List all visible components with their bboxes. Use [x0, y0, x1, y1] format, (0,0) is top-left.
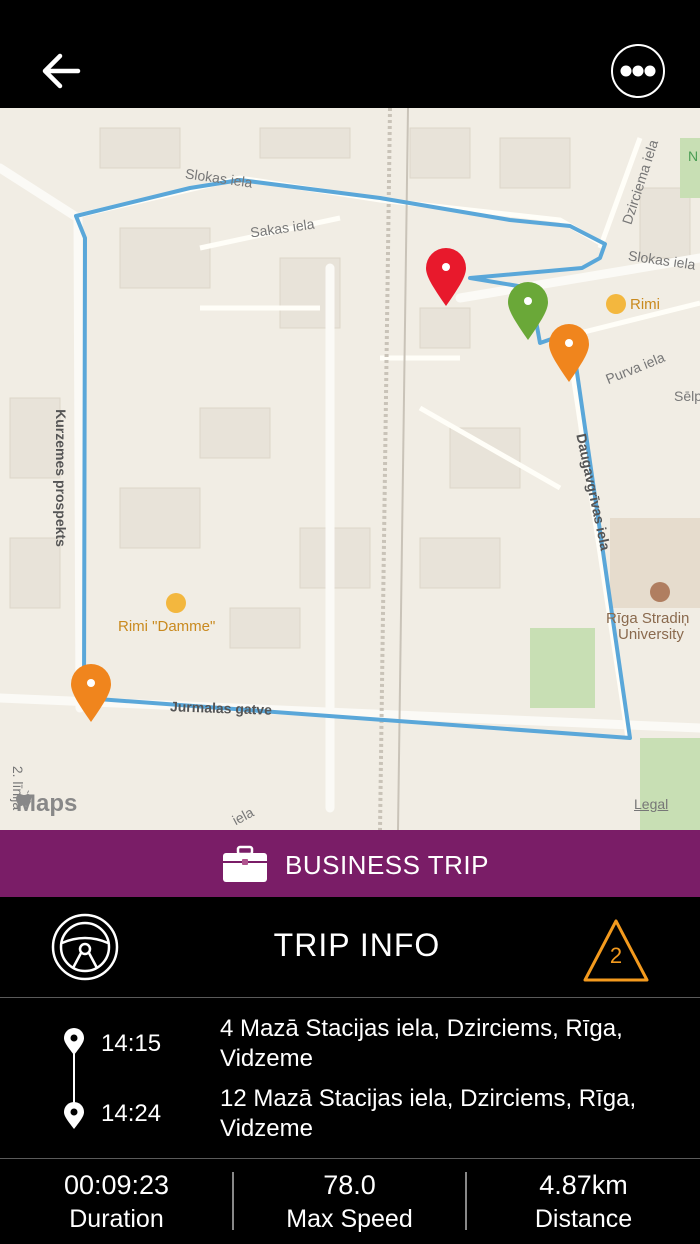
- map-label: N: [688, 148, 699, 164]
- rimi-poi-icon: [606, 294, 626, 314]
- maps-attribution: Maps: [16, 790, 77, 818]
- poi-label-rimi-damme[interactable]: Rimi "Damme": [118, 618, 215, 635]
- poi-label-rimi[interactable]: Rimi: [630, 296, 660, 313]
- apple-logo-icon: [16, 790, 31, 806]
- trip-type-label: BUSINESS TRIP: [285, 850, 489, 880]
- rimi-poi-icon: [166, 593, 186, 613]
- divider: [0, 997, 700, 998]
- trip-map[interactable]: Slokas iela Sakas iela Dzirciema iela Sl…: [0, 108, 700, 830]
- divider: [0, 1158, 700, 1159]
- university-poi-icon: [650, 582, 670, 602]
- street-label: Kurzemes prospekts: [52, 409, 69, 547]
- warning-count: 2: [609, 943, 623, 968]
- duration-value: 00:09:23: [63, 1170, 170, 1200]
- more-options-button[interactable]: [611, 44, 665, 98]
- max-speed-value: 78.0: [323, 1170, 376, 1200]
- max-speed-stat: 78.0 Max Speed: [233, 1168, 466, 1236]
- poi-label-university[interactable]: University: [618, 626, 684, 643]
- street-label: Sēlp: [674, 388, 700, 404]
- trip-info-header: TRIP INFO 2: [0, 897, 700, 997]
- start-address: 4 Mazā Stacijas iela, Dzirciems, Rīga, V…: [220, 1015, 623, 1072]
- distance-value: 4.87km: [539, 1170, 628, 1200]
- trip-stats: 00:09:23 Duration 78.0 Max Speed 4.87km …: [0, 1160, 700, 1244]
- max-speed-label: Max Speed: [286, 1205, 413, 1233]
- briefcase-icon: [223, 845, 267, 882]
- event-marker-icon[interactable]: [71, 664, 111, 722]
- location-pin-icon: [64, 1102, 84, 1129]
- route-connector: [73, 1047, 75, 1109]
- start-marker-icon[interactable]: [508, 282, 548, 340]
- distance-label: Distance: [534, 1205, 633, 1233]
- start-time: 14:15: [101, 1030, 162, 1057]
- end-address: 12 Mazā Stacijas iela, Dzirciems, Rīga, …: [220, 1085, 637, 1142]
- duration-label: Duration: [69, 1205, 164, 1233]
- distance-stat: 4.87km Distance: [467, 1168, 700, 1236]
- event-marker-icon[interactable]: [549, 324, 589, 382]
- back-arrow-icon[interactable]: [38, 48, 84, 94]
- more-dots-icon: [620, 65, 656, 77]
- trip-type-banner[interactable]: BUSINESS TRIP: [0, 830, 700, 897]
- legal-link[interactable]: Legal: [634, 796, 668, 812]
- duration-stat: 00:09:23 Duration: [0, 1168, 233, 1236]
- poi-label-university[interactable]: Rīga Stradiņ: [606, 610, 689, 627]
- top-bar: [0, 0, 700, 108]
- end-time: 14:24: [101, 1100, 162, 1127]
